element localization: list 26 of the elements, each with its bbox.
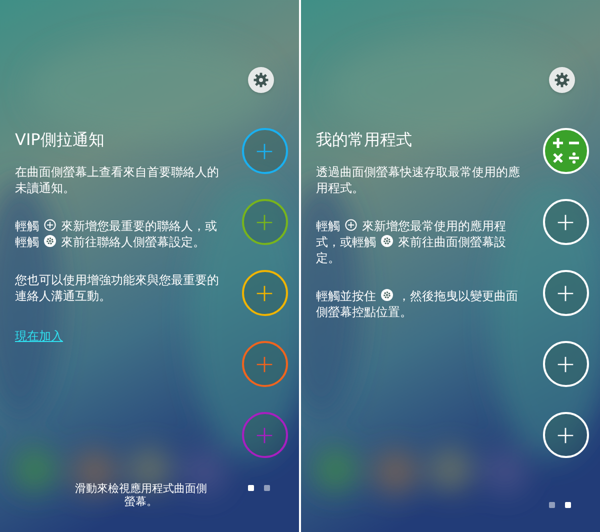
description-text: 您也可以使用增強功能來與您最重要的連絡人溝通互動。 — [15, 272, 220, 304]
plus-icon — [557, 214, 574, 230]
settings-icon — [554, 72, 570, 88]
description-text: 輕觸 來新增您最常使用的應用程式，或輕觸 來前往曲面側螢幕設定。 — [316, 218, 507, 266]
description-text: 輕觸 來新增您最重要的聯絡人，或輕觸 來前往聯絡人側螢幕設定。 — [15, 218, 218, 250]
plus-icon — [256, 426, 273, 444]
description-text: 輕觸並按住 ，然後拖曳以變更曲面側螢幕控點位置。 — [316, 288, 519, 320]
panel-title: VIP側拉通知 — [15, 130, 106, 150]
plus-icon — [557, 426, 574, 444]
join-link[interactable]: 現在加入 — [15, 328, 63, 344]
plus-icon — [256, 214, 273, 230]
plus-icon — [557, 284, 574, 302]
settings-icon — [252, 72, 268, 88]
settings-icon — [44, 235, 56, 247]
description-text: 在曲面側螢幕上查看來自首要聯絡人的未讀通知。 — [15, 164, 220, 196]
plus-icon — [256, 142, 273, 160]
plus-icon — [256, 356, 273, 372]
panel-title: 我的常用程式 — [316, 130, 413, 150]
swipe-hint: 滑動來檢視應用程式曲面側螢幕。 — [74, 482, 208, 508]
plus-icon — [256, 284, 273, 302]
add-icon — [44, 219, 56, 231]
settings-icon — [381, 235, 393, 247]
settings-icon — [381, 289, 393, 301]
add-icon — [345, 219, 357, 231]
plus-icon — [557, 356, 574, 372]
description-text: 透過曲面側螢幕快速存取最常使用的應用程式。 — [316, 164, 521, 196]
